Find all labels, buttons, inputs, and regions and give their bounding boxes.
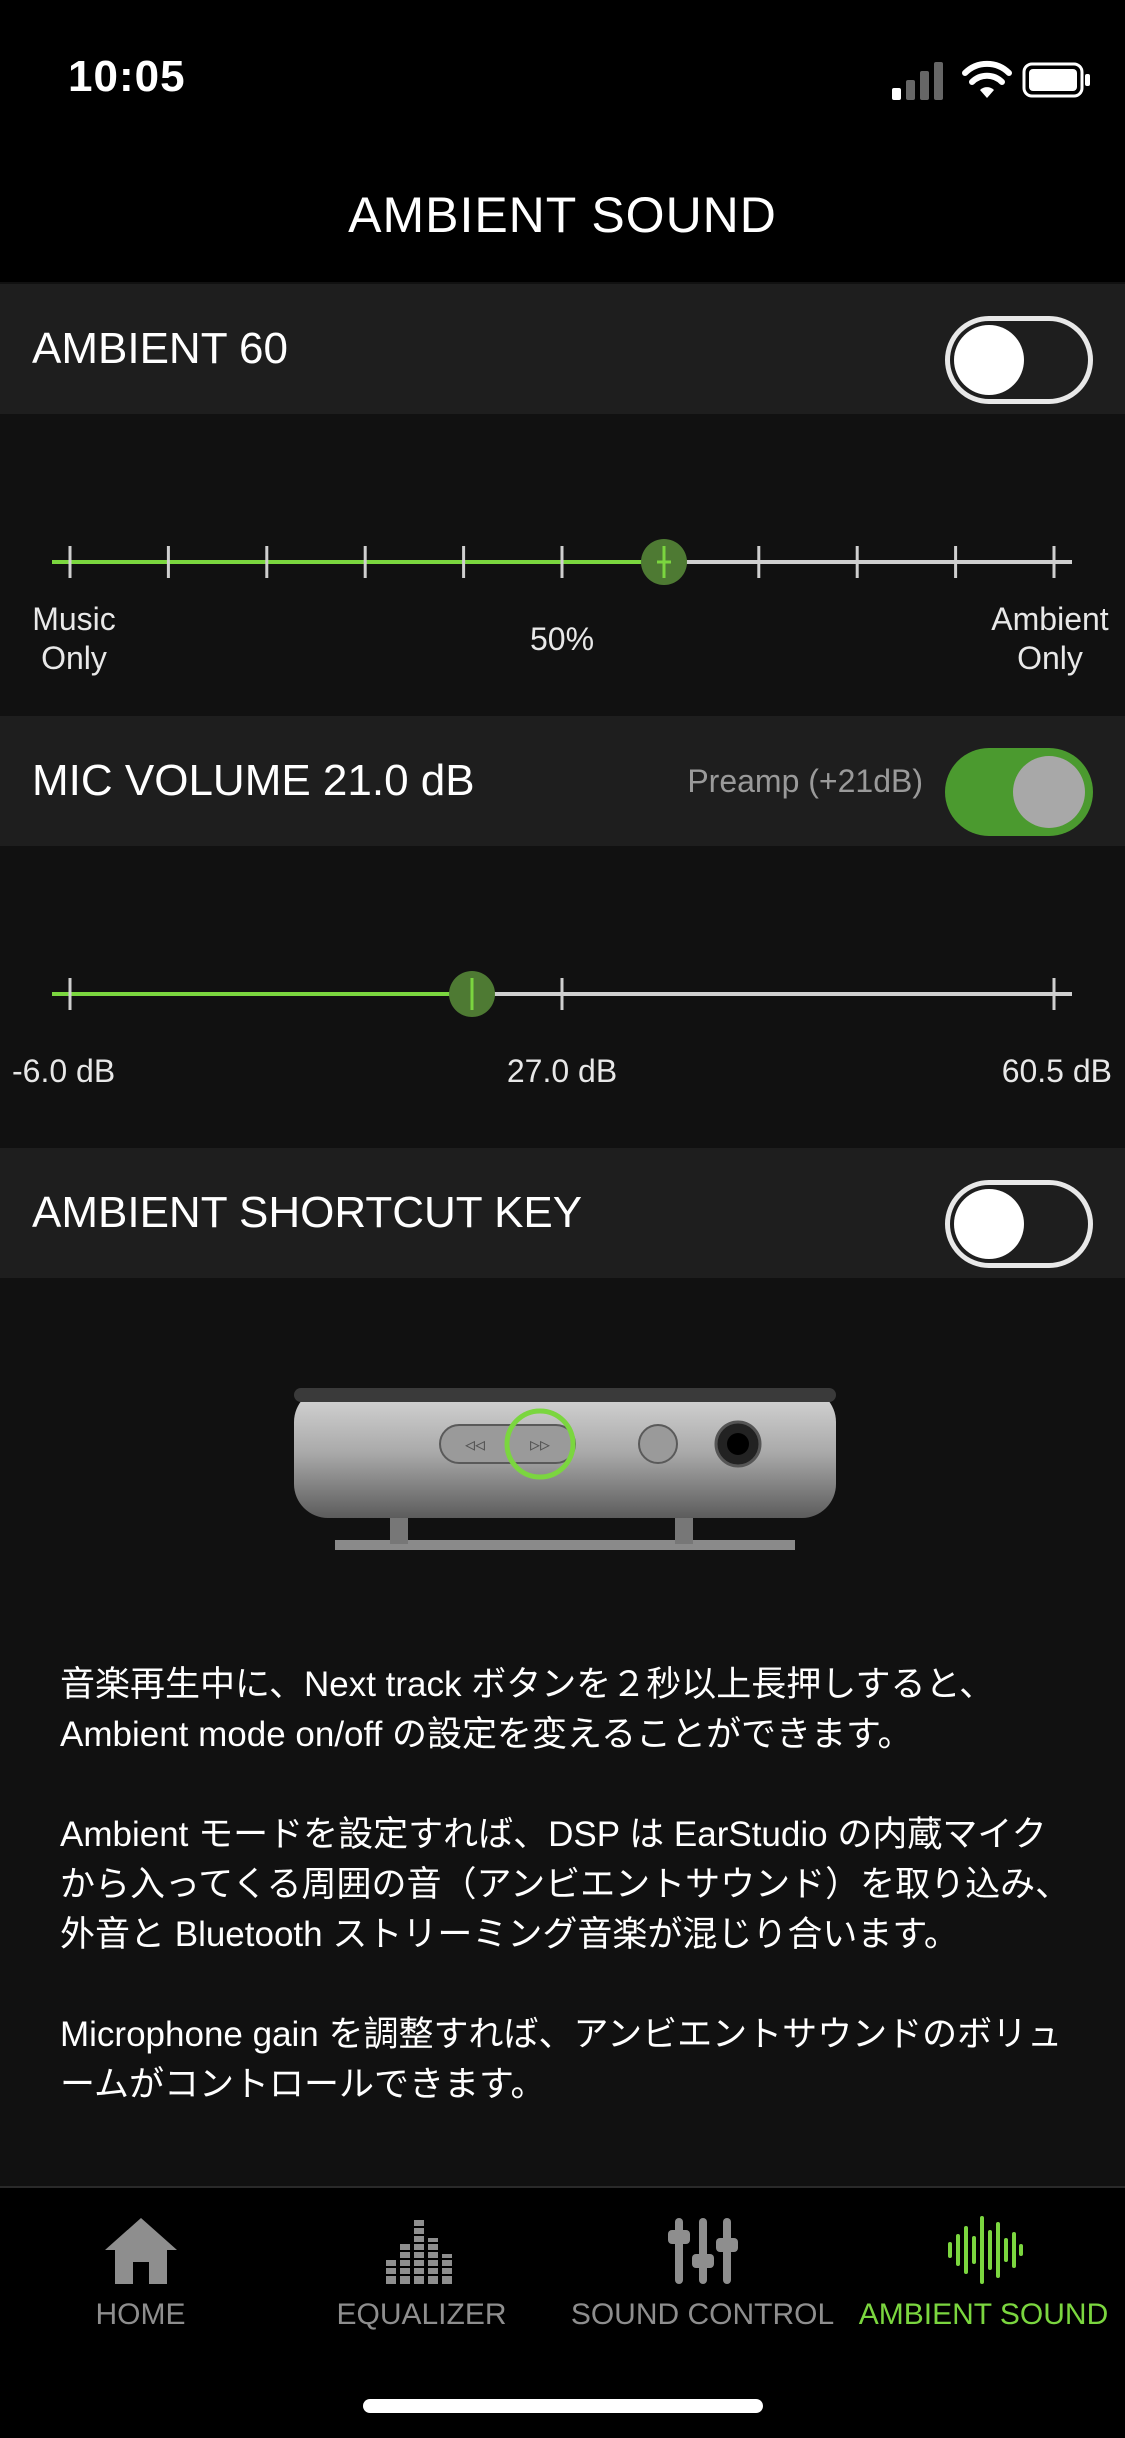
mic-slider-area: -6.0 dB 27.0 dB 60.5 dB <box>0 846 1125 1146</box>
home-icon <box>104 2218 177 2284</box>
cellular-signal-icon <box>892 62 943 100</box>
mic-volume-label: MIC VOLUME 21.0 dB <box>32 756 475 805</box>
shortcut-toggle-knob <box>954 1189 1024 1259</box>
preamp-label: Preamp (+21dB) <box>687 763 923 799</box>
tab-ambient-sound[interactable]: AMBIENT SOUND <box>843 2188 1124 2348</box>
ambient-slider[interactable] <box>0 414 1125 714</box>
shortcut-row: AMBIENT SHORTCUT KEY <box>0 1148 1125 1278</box>
page-title: AMBIENT SOUND <box>348 187 777 243</box>
description-paragraph-1: 音楽再生中に、Next track ボタンを２秒以上長押しすると、Ambient… <box>60 1665 995 1754</box>
preamp-toggle[interactable] <box>945 748 1093 836</box>
preamp-toggle-knob <box>1013 756 1085 828</box>
ambient-row: AMBIENT 60 <box>0 284 1125 414</box>
ambient-description: 音楽再生中に、Next track ボタンを２秒以上長押しすると、Ambient… <box>60 1660 1080 2160</box>
tab-equalizer[interactable]: EQUALIZER <box>281 2188 562 2348</box>
ambient-tick-right-line2: Only <box>1017 640 1083 676</box>
description-paragraph-3: Microphone gain を調整すれば、アンビエントサウンドのボリュームが… <box>60 2015 1063 2104</box>
tab-home[interactable]: HOME <box>0 2188 281 2348</box>
sound-wave-icon <box>947 2216 1023 2284</box>
ambient-tick-mid: 50% <box>529 621 595 657</box>
nav-bar: AMBIENT SOUND <box>0 170 1125 282</box>
home-indicator <box>363 2399 763 2413</box>
tab-home-label: HOME <box>95 2298 186 2331</box>
ambient-toggle[interactable] <box>945 316 1093 404</box>
tab-equalizer-label: EQUALIZER <box>336 2298 507 2331</box>
ambient-tick-left-line2: Only <box>41 640 107 676</box>
ambient-label: AMBIENT 60 <box>32 324 288 373</box>
mic-max-label: 60.5 dB <box>1001 1053 1112 1089</box>
mic-mid-label: 27.0 dB <box>506 1053 618 1089</box>
battery-icon <box>1022 62 1090 98</box>
tab-ambient-sound-label: AMBIENT SOUND <box>858 2298 1109 2331</box>
mic-volume-slider[interactable] <box>0 846 1125 1146</box>
earstudio-device-illustration: ◃◃ ▹▹ <box>294 1388 836 1550</box>
shortcut-label: AMBIENT SHORTCUT KEY <box>32 1188 583 1237</box>
ambient-toggle-knob <box>954 325 1024 395</box>
ambient-slider-area: Music Only 50% Ambient Only <box>0 414 1125 714</box>
mic-volume-row: MIC VOLUME 21.0 dB Preamp (+21dB) <box>0 716 1125 846</box>
mic-min-label: -6.0 dB <box>12 1053 116 1089</box>
equalizer-icon <box>381 2220 462 2284</box>
ambient-tick-left: Music Only <box>14 600 134 678</box>
tab-sound-control-label: SOUND CONTROL <box>570 2298 835 2331</box>
ambient-tick-right-line1: Ambient <box>991 601 1109 637</box>
status-time: 10:05 <box>68 52 186 101</box>
description-paragraph-2: Ambient モードを設定すれば、DSP は EarStudio の内蔵マイク… <box>60 1815 1071 1954</box>
svg-text:◃◃: ◃◃ <box>465 1432 485 1456</box>
ambient-tick-left-line1: Music <box>32 601 116 637</box>
sliders-icon <box>667 2218 738 2284</box>
shortcut-toggle[interactable] <box>945 1180 1093 1268</box>
svg-text:▹▹: ▹▹ <box>530 1432 550 1456</box>
wifi-icon <box>962 60 1012 98</box>
tab-sound-control[interactable]: SOUND CONTROL <box>562 2188 843 2348</box>
status-bar: 10:05 <box>0 0 1125 170</box>
ambient-tick-right: Ambient Only <box>980 600 1120 678</box>
